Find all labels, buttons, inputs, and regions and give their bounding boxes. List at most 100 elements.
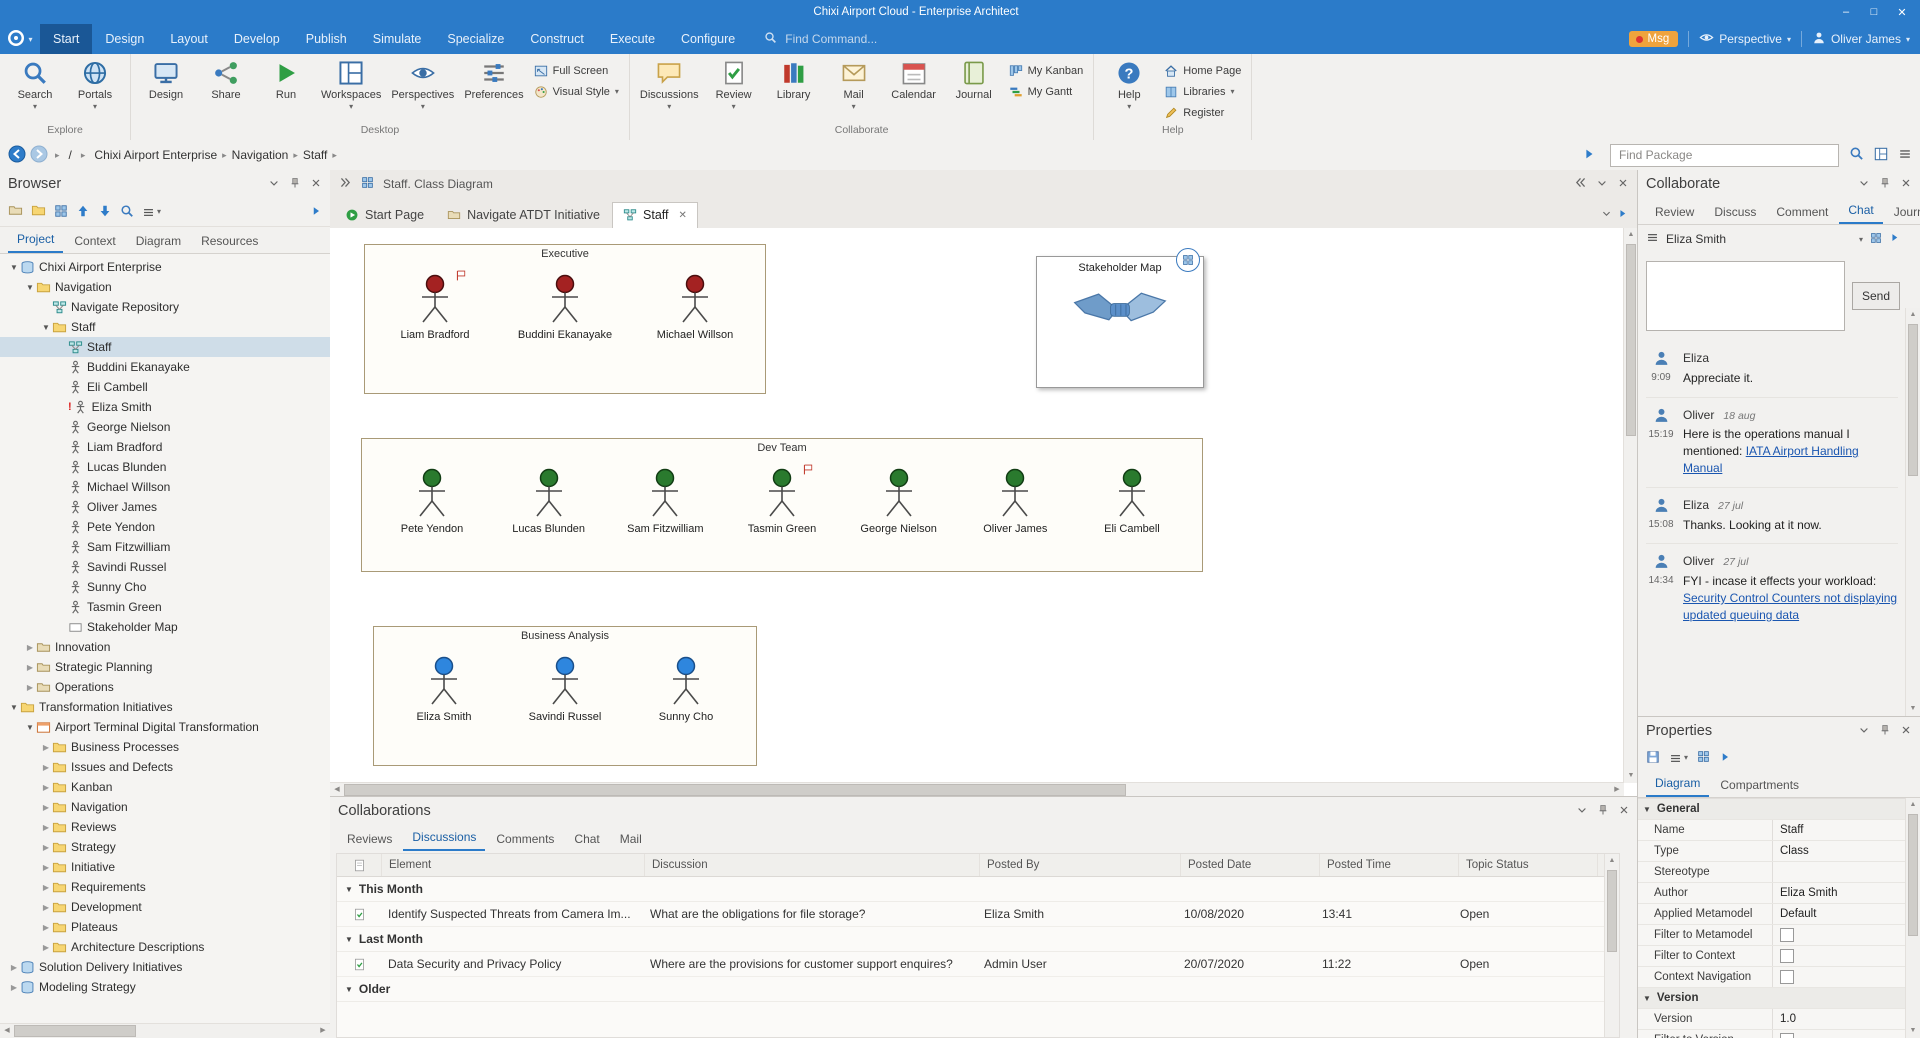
collaborations-scrollbar[interactable]: ▲ <box>1604 854 1619 1037</box>
expand-icon[interactable]: ▶ <box>24 663 36 672</box>
forward-button[interactable] <box>30 152 48 166</box>
collaborate-dropdown-button[interactable] <box>1858 178 1870 192</box>
breadcrumb-item-staff[interactable]: Staff <box>301 146 329 164</box>
diagram-actor-eliza-smith[interactable]: Eliza Smith <box>398 656 490 723</box>
browser-tab-project[interactable]: Project <box>8 229 63 253</box>
ribbon-button-visual-style[interactable]: Visual Style▾ <box>534 85 619 99</box>
scroll-tabs-right-button[interactable] <box>1617 208 1628 222</box>
chat-message-input[interactable] <box>1646 261 1845 331</box>
browser-tab-diagram[interactable]: Diagram <box>127 231 190 253</box>
ribbon-tab-execute[interactable]: Execute <box>597 24 668 54</box>
diagram-actor-sunny-cho[interactable]: Sunny Cho <box>640 656 732 723</box>
navbar-menu-button[interactable] <box>1898 150 1912 164</box>
expand-icon[interactable]: ▶ <box>40 783 52 792</box>
expand-icon[interactable]: ▶ <box>40 903 52 912</box>
collaborations-tab-chat[interactable]: Chat <box>565 829 608 851</box>
chat-menu-button[interactable] <box>1646 233 1659 247</box>
ribbon-tab-publish[interactable]: Publish <box>293 24 360 54</box>
collaborate-pin-button[interactable] <box>1879 178 1891 192</box>
ribbon-button-full-screen[interactable]: Full Screen <box>534 64 619 78</box>
browser-forward-button[interactable] <box>310 205 322 220</box>
ribbon-button-discussions[interactable]: Discussions▾ <box>636 57 703 120</box>
tree-item-issues-and-defects[interactable]: ▶Issues and Defects <box>0 757 330 777</box>
ribbon-tab-design[interactable]: Design <box>92 24 157 54</box>
properties-tab-compartments[interactable]: Compartments <box>1711 775 1808 797</box>
diagram-actor-savindi-russel[interactable]: Savindi Russel <box>519 656 611 723</box>
collapse-icon[interactable]: ▼ <box>8 263 20 272</box>
diagram-actor-sam-fitzwilliam[interactable]: Sam Fitzwilliam <box>619 468 711 535</box>
list-view-button[interactable] <box>1874 150 1888 164</box>
tree-item-stakeholder-map[interactable]: Stakeholder Map <box>0 617 330 637</box>
browser-menu-button[interactable]: ▾ <box>142 206 161 219</box>
property-value[interactable]: Staff <box>1772 820 1906 840</box>
collaborations-close-button[interactable] <box>1618 805 1630 819</box>
back-button[interactable] <box>8 152 26 166</box>
tree-item-chixi-airport-enterprise[interactable]: ▼Chixi Airport Enterprise <box>0 257 330 277</box>
tree-item-michael-willson[interactable]: Michael Willson <box>0 477 330 497</box>
chat-layout-button[interactable] <box>1870 233 1882 247</box>
tree-item-savindi-russel[interactable]: Savindi Russel <box>0 557 330 577</box>
browser-pin-button[interactable] <box>289 178 301 192</box>
browser-tab-context[interactable]: Context <box>65 231 124 253</box>
property-value[interactable] <box>1772 862 1906 882</box>
collaborations-tab-reviews[interactable]: Reviews <box>338 829 401 851</box>
search-options-button[interactable] <box>1849 150 1864 164</box>
collaborate-tab-comment[interactable]: Comment <box>1767 202 1837 224</box>
chat-recipient[interactable]: Eliza Smith <box>1666 232 1726 246</box>
checkbox[interactable] <box>1780 949 1794 963</box>
diagram-actor-oliver-james[interactable]: Oliver James <box>969 468 1061 535</box>
collaborations-pin-button[interactable] <box>1597 805 1609 819</box>
property-group-version[interactable]: ▼Version <box>1638 988 1906 1009</box>
new-package-button[interactable] <box>8 203 23 221</box>
browser-search-button[interactable] <box>120 204 134 221</box>
properties-forward-button[interactable] <box>1719 751 1731 766</box>
ribbon-button-workspaces[interactable]: Workspaces▾ <box>317 57 385 120</box>
properties-dropdown-button[interactable] <box>1858 725 1870 739</box>
ribbon-button-libraries[interactable]: Libraries▾ <box>1164 85 1241 99</box>
browser-tab-resources[interactable]: Resources <box>192 231 267 253</box>
ribbon-button-journal[interactable]: Journal <box>945 57 1003 120</box>
expand-icon[interactable]: ▶ <box>40 823 52 832</box>
properties-close-button[interactable] <box>1900 725 1912 739</box>
document-tab-navigate-atdt-initiative[interactable]: Navigate ATDT Initiative <box>436 202 611 228</box>
tree-item-navigate-repository[interactable]: Navigate Repository <box>0 297 330 317</box>
tree-item-business-processes[interactable]: ▶Business Processes <box>0 737 330 757</box>
collaborations-tab-mail[interactable]: Mail <box>611 829 651 851</box>
ribbon-tab-start[interactable]: Start <box>40 24 92 54</box>
tree-item-transformation-initiatives[interactable]: ▼Transformation Initiatives <box>0 697 330 717</box>
diagram-actor-george-nielson[interactable]: George Nielson <box>853 468 945 535</box>
column-header-posted-date[interactable]: Posted Date <box>1181 854 1320 876</box>
perspective-selector[interactable]: Perspective▾ <box>1699 30 1791 48</box>
tree-item-navigation[interactable]: ▼Navigation <box>0 277 330 297</box>
column-header-posted-by[interactable]: Posted By <box>980 854 1181 876</box>
property-group-general[interactable]: ▼General <box>1638 799 1906 820</box>
ribbon-button-calendar[interactable]: Calendar <box>885 57 943 120</box>
collapse-icon[interactable]: ▼ <box>24 723 36 732</box>
ribbon-tab-configure[interactable]: Configure <box>668 24 748 54</box>
tree-item-oliver-james[interactable]: Oliver James <box>0 497 330 517</box>
expand-icon[interactable]: ▶ <box>40 743 52 752</box>
collaborate-tab-review[interactable]: Review <box>1646 202 1703 224</box>
collaborate-tab-discuss[interactable]: Discuss <box>1705 202 1765 224</box>
tree-item-strategy[interactable]: ▶Strategy <box>0 837 330 857</box>
checkbox[interactable] <box>1780 928 1794 942</box>
tree-item-lucas-blunden[interactable]: Lucas Blunden <box>0 457 330 477</box>
diagram-group-business-analysis[interactable]: Business AnalysisEliza SmithSavindi Russ… <box>373 626 757 766</box>
expand-icon[interactable]: ▶ <box>40 883 52 892</box>
tree-item-strategic-planning[interactable]: ▶Strategic Planning <box>0 657 330 677</box>
save-button[interactable] <box>1646 750 1660 767</box>
collaborations-tab-discussions[interactable]: Discussions <box>403 827 485 851</box>
collapse-icon[interactable]: ▼ <box>24 283 36 292</box>
breadcrumb-item-navigation[interactable]: Navigation <box>230 146 291 164</box>
property-value[interactable]: Eliza Smith <box>1772 883 1906 903</box>
ribbon-button-home-page[interactable]: Home Page <box>1164 64 1241 78</box>
diagram-group-executive[interactable]: ExecutiveLiam BradfordBuddini EkanayakeM… <box>364 244 766 394</box>
collaborations-tab-comments[interactable]: Comments <box>487 829 563 851</box>
chat-more-button[interactable] <box>1889 232 1900 246</box>
collaborate-tab-chat[interactable]: Chat <box>1839 200 1882 224</box>
checkbox[interactable] <box>1780 970 1794 984</box>
diagram-actor-michael-willson[interactable]: Michael Willson <box>649 274 741 341</box>
move-down-button[interactable] <box>98 204 112 221</box>
collapse-icon[interactable]: ▼ <box>40 323 52 332</box>
ribbon-button-design[interactable]: Design <box>137 57 195 120</box>
